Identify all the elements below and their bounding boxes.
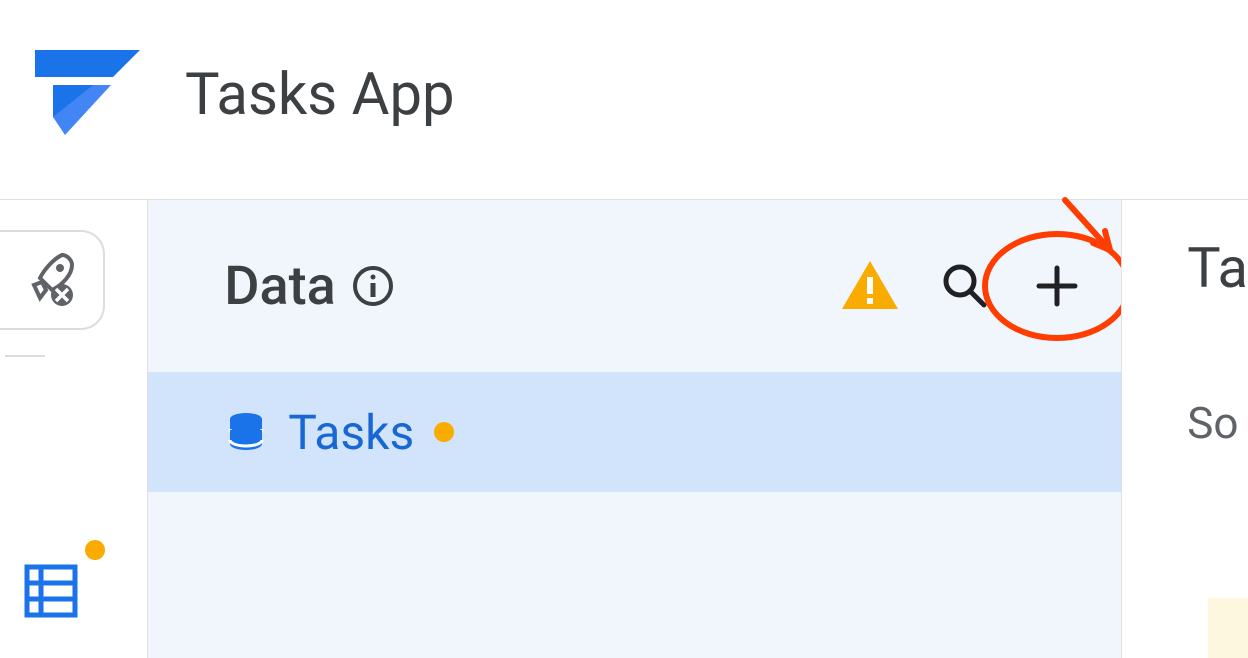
nav-divider xyxy=(5,355,45,357)
nav-item-data[interactable] xyxy=(8,548,94,634)
data-table-item-tasks[interactable]: Tasks xyxy=(148,372,1121,492)
rocket-icon xyxy=(22,250,82,310)
add-data-button[interactable] xyxy=(1035,264,1079,308)
app-header: Tasks App xyxy=(0,0,1248,200)
nav-item-deploy[interactable] xyxy=(0,230,105,330)
nav-status-dot-icon xyxy=(85,540,105,560)
status-dot-icon xyxy=(434,422,454,442)
detail-panel: Ta So xyxy=(1121,200,1248,658)
content-area: Data xyxy=(0,200,1248,658)
info-icon[interactable] xyxy=(352,265,394,307)
table-name-label: Tasks xyxy=(288,404,414,461)
detail-subtitle: So xyxy=(1187,397,1248,449)
search-icon xyxy=(940,261,990,311)
data-panel-header: Data xyxy=(148,200,1121,372)
data-table-icon xyxy=(23,563,79,619)
appsheet-logo-icon xyxy=(35,45,140,144)
data-panel: Data xyxy=(147,200,1121,658)
app-title: Tasks App xyxy=(185,61,455,129)
search-button[interactable] xyxy=(940,261,990,311)
plus-icon xyxy=(1035,264,1079,308)
warning-icon[interactable] xyxy=(840,259,900,313)
database-icon xyxy=(224,410,268,454)
detail-title: Ta xyxy=(1187,235,1248,301)
data-section-label: Data xyxy=(224,255,335,318)
left-nav-rail xyxy=(0,200,147,658)
yellow-card-fragment xyxy=(1208,598,1248,658)
